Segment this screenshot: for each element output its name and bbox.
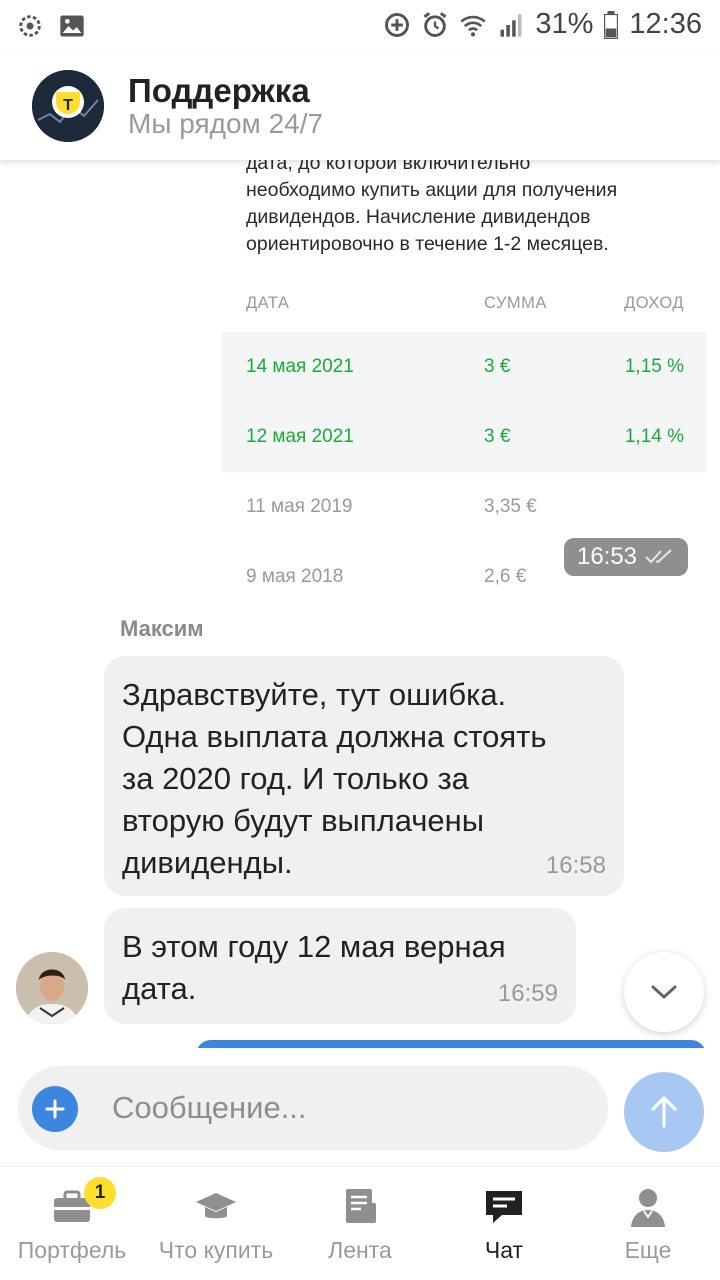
avatar[interactable] bbox=[16, 952, 88, 1024]
nav-item-chat[interactable]: Чат bbox=[432, 1167, 576, 1280]
text-line: дивиденды. bbox=[122, 845, 293, 880]
nav-item-what-to-buy[interactable]: Что купить bbox=[144, 1167, 288, 1280]
signal-icon bbox=[500, 14, 522, 37]
alarm-icon bbox=[424, 11, 447, 37]
header-income: ДОХОД bbox=[624, 294, 684, 312]
notification-badge: 1 bbox=[84, 1177, 116, 1209]
graduation-cap-icon bbox=[196, 1193, 236, 1219]
message-list[interactable]: дата, до которой включительно необходимо… bbox=[0, 160, 720, 1048]
plus-icon bbox=[45, 1099, 65, 1119]
text-line: ориентировочно в течение 1-2 месяцев. bbox=[246, 233, 609, 255]
message-input-container[interactable] bbox=[18, 1066, 608, 1150]
header-date: ДАТА bbox=[246, 294, 290, 312]
status-bar: 31% 12:36 bbox=[0, 0, 720, 52]
nav-item-more[interactable]: Еще bbox=[576, 1167, 720, 1280]
text-line: необходимо купить акции для получения bbox=[246, 179, 618, 201]
chat-subtitle: Мы рядом 24/7 bbox=[128, 108, 324, 139]
row-sum: 2,6 € bbox=[484, 566, 527, 587]
chat-header: Т Поддержка Мы рядом 24/7 bbox=[0, 52, 720, 160]
battery-icon bbox=[604, 10, 619, 39]
outgoing-message-bubble[interactable] bbox=[196, 1040, 706, 1048]
chevron-down-icon bbox=[651, 985, 677, 1000]
wifi-icon bbox=[460, 15, 486, 36]
gallery-icon bbox=[60, 15, 84, 37]
send-button[interactable] bbox=[624, 1072, 704, 1152]
scroll-down-button[interactable] bbox=[624, 952, 704, 1032]
row-income: 1,15 % bbox=[624, 356, 684, 377]
data-saver-icon bbox=[385, 12, 410, 37]
text-line: вторую будут выплачены bbox=[122, 803, 485, 838]
message-input[interactable] bbox=[112, 1088, 572, 1128]
chat-title: Поддержка bbox=[128, 72, 310, 109]
table-row: 11 мая 2019 3,35 € bbox=[222, 472, 706, 542]
chat-icon bbox=[486, 1191, 522, 1223]
text-line: дата. bbox=[122, 971, 197, 1006]
row-income: 1,14 % bbox=[624, 426, 684, 447]
clock: 12:36 bbox=[629, 8, 702, 40]
message-time: 16:58 bbox=[545, 852, 606, 879]
text-line: дата, до которой включительно bbox=[246, 160, 531, 174]
profile-icon bbox=[631, 1189, 665, 1227]
table-header: ДАТА СУММА ДОХОД bbox=[222, 280, 706, 332]
nav-label: Лента bbox=[328, 1237, 392, 1263]
message-bubble[interactable]: В этом году 12 мая верная дата. 16:59 bbox=[104, 908, 576, 1024]
nav-label: Портфель bbox=[17, 1237, 127, 1263]
table-row: 14 мая 2021 3 € 1,15 % bbox=[222, 332, 706, 402]
timestamp-text: 16:53 bbox=[576, 543, 638, 570]
row-sum: 3 € bbox=[484, 356, 511, 377]
text-line: дивидендов. Начисление дивидендов bbox=[246, 206, 591, 228]
row-sum: 3 € bbox=[484, 426, 511, 447]
bank-logo-icon[interactable]: Т bbox=[32, 70, 104, 142]
arrow-up-icon bbox=[651, 1096, 677, 1128]
header-sum: СУММА bbox=[484, 294, 547, 312]
row-date: 12 мая 2021 bbox=[246, 426, 354, 447]
table-row: 12 мая 2021 3 € 1,14 % bbox=[222, 402, 706, 472]
nav-label: Еще bbox=[624, 1237, 672, 1263]
feed-icon bbox=[346, 1189, 376, 1223]
text-line: В этом году 12 мая верная bbox=[122, 929, 506, 964]
message-time: 16:59 bbox=[497, 980, 558, 1007]
nav-label: Что купить bbox=[158, 1237, 274, 1263]
bottom-navigation: 1 Портфель Что купить Лента Чат Еще bbox=[0, 1166, 720, 1280]
row-date: 11 мая 2019 bbox=[246, 496, 353, 517]
nav-item-feed[interactable]: Лента bbox=[288, 1167, 432, 1280]
battery-percent: 31% bbox=[535, 8, 594, 40]
attach-button[interactable] bbox=[32, 1086, 78, 1132]
bot-message-text: дата, до которой включительно необходимо… bbox=[246, 160, 686, 258]
nav-label: Чат bbox=[484, 1237, 524, 1263]
text-line: Здравствуйте, тут ошибка. bbox=[122, 677, 507, 712]
message-timestamp: 16:53 bbox=[564, 538, 688, 576]
sender-name: Максим bbox=[120, 616, 204, 641]
nav-item-portfolio[interactable]: 1 Портфель bbox=[0, 1167, 144, 1280]
row-sum: 3,35 € bbox=[484, 496, 537, 517]
text-line: за 2020 год. И только за bbox=[122, 761, 469, 796]
row-date: 9 мая 2018 bbox=[246, 566, 344, 587]
row-date: 14 мая 2021 bbox=[246, 356, 354, 377]
svg-text:Т: Т bbox=[63, 97, 73, 114]
message-composer bbox=[0, 1048, 720, 1166]
settings-icon bbox=[19, 15, 41, 37]
message-bubble[interactable]: Здравствуйте, тут ошибка. Одна выплата д… bbox=[104, 656, 624, 896]
text-line: Одна выплата должна стоять bbox=[122, 719, 547, 754]
double-check-icon bbox=[645, 549, 672, 564]
